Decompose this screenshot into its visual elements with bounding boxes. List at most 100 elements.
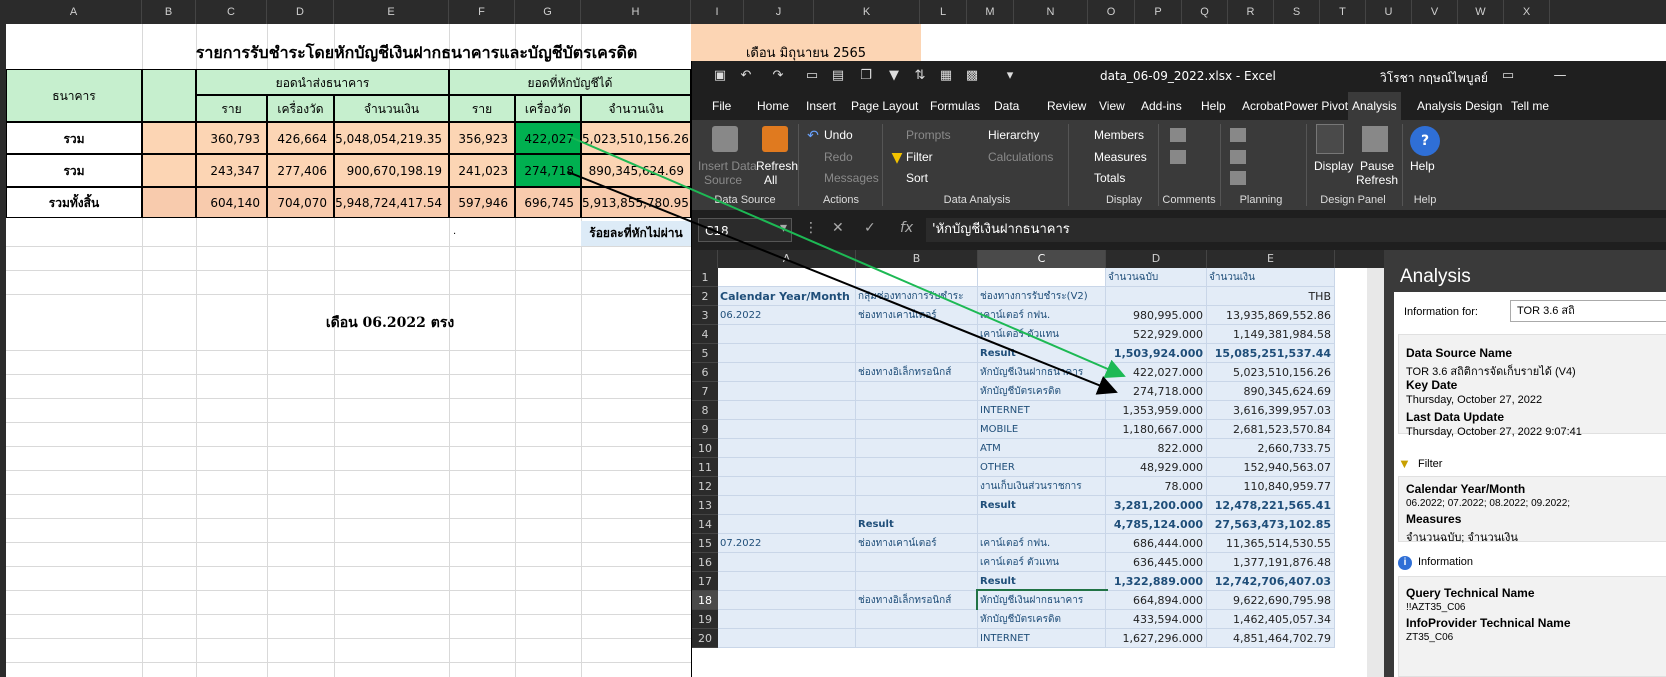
- col-header-n[interactable]: N: [1014, 0, 1088, 24]
- col-header-j[interactable]: J: [744, 0, 814, 24]
- measure-cell[interactable]: 27,563,473,102.85: [1207, 515, 1335, 534]
- unit-header[interactable]: THB: [1207, 287, 1335, 306]
- measure-cell[interactable]: 636,445.000: [1106, 553, 1207, 572]
- name-box[interactable]: C18: [698, 218, 792, 242]
- dimension-cell[interactable]: [718, 420, 856, 439]
- tab-page-layout[interactable]: Page Layout: [847, 92, 922, 120]
- col-header-l[interactable]: L: [920, 0, 967, 24]
- vertical-scrollbar[interactable]: [1367, 268, 1384, 677]
- help-icon[interactable]: ?: [1410, 126, 1440, 156]
- dimension-cell[interactable]: [718, 572, 856, 591]
- measure-cell[interactable]: 3,281,200.000: [1106, 496, 1207, 515]
- col-header-r[interactable]: R: [1228, 0, 1274, 24]
- dimension-cell[interactable]: [856, 344, 978, 363]
- cell-value[interactable]: 426,664: [267, 122, 334, 154]
- planning-icon[interactable]: [1230, 150, 1246, 164]
- dimension-cell[interactable]: เคาน์เตอร์ กฟน.: [978, 534, 1106, 553]
- filter-icon[interactable]: ▼: [886, 68, 902, 84]
- row-number[interactable]: 17: [692, 572, 718, 591]
- measure-cell[interactable]: 4,851,464,702.79: [1207, 629, 1335, 648]
- calculations-button[interactable]: Calculations: [988, 150, 1053, 164]
- dimension-cell[interactable]: [978, 515, 1106, 534]
- grid-cell[interactable]: [1106, 287, 1207, 306]
- info-for-select[interactable]: TOR 3.6 สถิ: [1510, 300, 1666, 322]
- planning-icon[interactable]: [1230, 128, 1246, 142]
- measure-cell[interactable]: 11,365,514,530.55: [1207, 534, 1335, 553]
- measure-cell[interactable]: 1,377,191,876.48: [1207, 553, 1335, 572]
- dimension-cell[interactable]: [856, 439, 978, 458]
- redo-icon[interactable]: ↷: [770, 68, 786, 84]
- ribbon-display-icon[interactable]: ▭: [1500, 68, 1516, 84]
- col-header-a[interactable]: A: [718, 250, 856, 268]
- col-header-d[interactable]: D: [267, 0, 334, 24]
- tab-analysis[interactable]: Analysis: [1348, 92, 1401, 120]
- dimension-cell[interactable]: 06.2022: [718, 306, 856, 325]
- name-box-dropdown-icon[interactable]: ▾: [780, 220, 787, 236]
- measure-cell[interactable]: 890,345,624.69: [1207, 382, 1335, 401]
- col-header-k[interactable]: K: [814, 0, 920, 24]
- row-number[interactable]: 20: [692, 629, 718, 648]
- tab-home[interactable]: Home: [753, 92, 793, 120]
- dimension-cell[interactable]: [718, 610, 856, 629]
- row-number[interactable]: 2: [692, 287, 718, 306]
- col-header-v[interactable]: V: [1412, 0, 1458, 24]
- measure-cell[interactable]: 48,929.000: [1106, 458, 1207, 477]
- cell-value[interactable]: 277,406: [267, 154, 334, 187]
- dimension-cell[interactable]: [856, 382, 978, 401]
- dimension-cell[interactable]: [718, 496, 856, 515]
- save-icon[interactable]: ▣: [712, 68, 728, 84]
- tab-help[interactable]: Help: [1197, 92, 1230, 120]
- col-header-d[interactable]: D: [1106, 250, 1207, 268]
- dimension-cell[interactable]: [856, 401, 978, 420]
- measure-cell[interactable]: 2,681,523,570.84: [1207, 420, 1335, 439]
- filter-button[interactable]: Filter: [906, 150, 933, 164]
- row-number[interactable]: 11: [692, 458, 718, 477]
- insert-data-source-label[interactable]: Insert Data: [698, 159, 757, 173]
- row-number[interactable]: 3: [692, 306, 718, 325]
- col-header-m[interactable]: M: [967, 0, 1014, 24]
- dimension-header[interactable]: กลุ่มช่องทางการรับชำระ: [856, 287, 978, 306]
- dimension-cell[interactable]: ATM: [978, 439, 1106, 458]
- customize-toolbar-icon[interactable]: ▾: [1002, 68, 1018, 84]
- pause-refresh-icon[interactable]: [1362, 126, 1388, 152]
- dimension-cell[interactable]: ช่องทางเคาน์เตอร์: [856, 534, 978, 553]
- comment-add-icon[interactable]: [1170, 150, 1186, 164]
- dimension-cell[interactable]: [718, 382, 856, 401]
- row-number[interactable]: 6: [692, 363, 718, 382]
- cell-value[interactable]: 241,023: [449, 154, 515, 187]
- measure-header[interactable]: จำนวนเงิน: [1207, 268, 1335, 287]
- dimension-cell[interactable]: [856, 496, 978, 515]
- measure-cell[interactable]: 4,785,124.000: [1106, 515, 1207, 534]
- measure-cell[interactable]: 422,027.000: [1106, 363, 1207, 382]
- dimension-cell[interactable]: [856, 477, 978, 496]
- measure-cell[interactable]: 664,894.000: [1106, 591, 1207, 610]
- measure-cell[interactable]: 1,149,381,984.58: [1207, 325, 1335, 344]
- insert-function-icon[interactable]: fx: [900, 220, 913, 236]
- col-header-c[interactable]: C: [978, 250, 1106, 268]
- undo-button[interactable]: Undo: [824, 128, 853, 142]
- dimension-cell[interactable]: ช่องทางอิเล็กทรอนิกส์: [856, 363, 978, 382]
- total-value[interactable]: 5,913,855,780.95: [581, 187, 691, 218]
- dimension-cell[interactable]: [856, 610, 978, 629]
- tab-formulas[interactable]: Formulas: [926, 92, 984, 120]
- formula-input[interactable]: 'หักบัญชีเงินฝากธนาคาร: [926, 218, 1666, 242]
- measure-cell[interactable]: 2,660,733.75: [1207, 439, 1335, 458]
- dimension-cell[interactable]: งานเก็บเงินส่วนราชการ: [978, 477, 1106, 496]
- col-header-q[interactable]: Q: [1182, 0, 1228, 24]
- grid-cell[interactable]: [978, 268, 1106, 287]
- measure-cell[interactable]: 5,023,510,156.26: [1207, 363, 1335, 382]
- dimension-cell[interactable]: ช่องทางอิเล็กทรอนิกส์: [856, 591, 978, 610]
- sort-button[interactable]: Sort: [906, 171, 928, 185]
- dimension-cell[interactable]: หักบัญชีบัตรเครดิต: [978, 382, 1106, 401]
- cancel-icon[interactable]: ✕: [832, 220, 844, 236]
- measure-header[interactable]: จำนวนฉบับ: [1106, 268, 1207, 287]
- dimension-cell[interactable]: Result: [856, 515, 978, 534]
- col-header-x[interactable]: X: [1504, 0, 1550, 24]
- col-header-e[interactable]: E: [334, 0, 449, 24]
- dimension-cell[interactable]: ช่องทางเคาน์เตอร์: [856, 306, 978, 325]
- measure-cell[interactable]: 78.000: [1106, 477, 1207, 496]
- dimension-header[interactable]: Calendar Year/Month: [718, 287, 856, 306]
- dimension-cell[interactable]: เคาน์เตอร์ ตัวแทน: [978, 553, 1106, 572]
- measure-cell[interactable]: 274,718.000: [1106, 382, 1207, 401]
- new-file-icon[interactable]: ▭: [804, 68, 820, 84]
